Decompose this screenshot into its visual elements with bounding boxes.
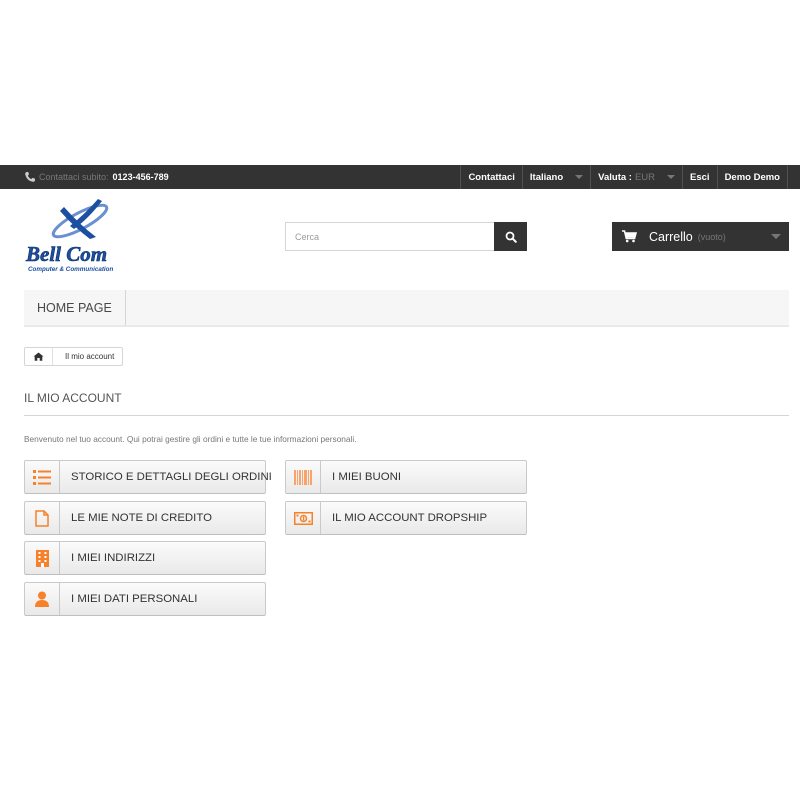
user-account-link[interactable]: Demo Demo [716,165,788,189]
dropship-account-label: IL MIO ACCOUNT DROPSHIP [332,512,488,524]
building-icon [25,542,60,574]
logout-label: Esci [690,171,710,183]
search-input[interactable] [285,222,494,251]
cart-status: (vuoto) [697,231,726,242]
phone-number: 0123-456-789 [112,172,169,182]
order-history-button[interactable]: STORICO E DETTAGLI DEGLI ORDINI [24,460,272,494]
top-bar: Contattaci subito: 0123-456-789 Contatta… [0,165,800,189]
main-menu: HOME PAGE [24,290,789,327]
chevron-down-icon [771,234,781,239]
currency-selector[interactable]: Valuta : EUR [590,165,682,189]
search-icon [505,231,517,243]
breadcrumb-home[interactable] [25,348,53,365]
list-icon [25,461,60,493]
menu-item-home[interactable]: HOME PAGE [24,290,126,325]
store-logo[interactable]: Bell Com Computer & Communication [24,199,128,275]
language-selector[interactable]: Italiano [521,165,590,189]
chevron-down-icon [575,175,584,179]
order-history-label: STORICO E DETTAGLI DEGLI ORDINI [71,471,272,483]
credit-slips-label: LE MIE NOTE DI CREDITO [71,512,212,524]
cart-button[interactable]: Carrello (vuoto) [612,222,789,251]
contact-link-label: Contattaci [468,171,515,183]
logo-tagline: Computer & Communication [28,266,114,273]
currency-value: EUR [634,171,656,183]
vouchers-button[interactable]: I MIEI BUONI [285,460,527,494]
vouchers-label: I MIEI BUONI [332,471,401,483]
menu-item-label: HOME PAGE [37,300,112,315]
personal-info-button[interactable]: I MIEI DATI PERSONALI [24,582,266,616]
search-button[interactable] [494,222,527,251]
personal-info-label: I MIEI DATI PERSONALI [71,593,198,605]
user-icon [25,583,60,615]
cart-title: Carrello [649,229,693,244]
contact-info: Contattaci subito: 0123-456-789 [24,165,169,189]
addresses-label: I MIEI INDIRIZZI [71,552,156,564]
phone-icon [24,171,36,183]
chevron-down-icon [667,175,676,179]
money-icon [286,502,321,534]
currency-label: Valuta : [598,171,632,183]
user-name: Demo Demo [724,171,780,183]
contact-label: Contattaci subito: [39,172,109,182]
dropship-account-button[interactable]: IL MIO ACCOUNT DROPSHIP [285,501,527,535]
breadcrumb-current: Il mio account [65,352,115,361]
language-label: Italiano [529,171,564,183]
home-icon [33,352,44,361]
document-icon [25,502,60,534]
barcode-icon [286,461,321,493]
page-intro: Benvenuto nel tuo account. Qui potrai ge… [24,434,357,444]
contact-link[interactable]: Contattaci [460,165,521,189]
top-nav: Contattaci Italiano Valuta : EUR Esci De… [460,165,788,189]
page-title: IL MIO ACCOUNT [24,391,789,416]
logo-text: Bell Com [25,242,107,266]
addresses-button[interactable]: I MIEI INDIRIZZI [24,541,266,575]
search-bar [285,222,527,251]
cart-icon [622,230,637,243]
logout-link[interactable]: Esci [682,165,717,189]
credit-slips-button[interactable]: LE MIE NOTE DI CREDITO [24,501,266,535]
breadcrumb: Il mio account [24,347,124,366]
